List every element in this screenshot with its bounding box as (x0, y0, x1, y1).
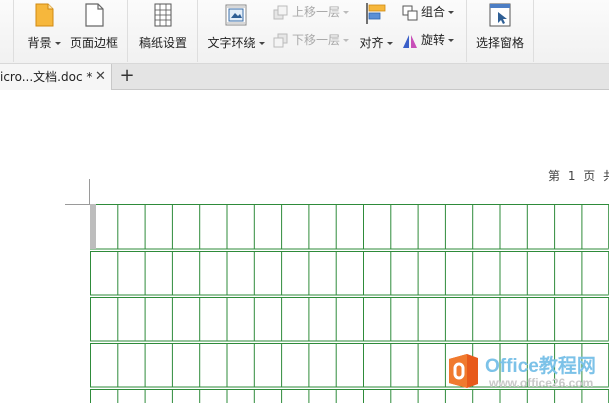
document-tab-title: icro...文档.doc * (0, 70, 93, 84)
background-label: 背景 (27, 36, 52, 50)
selection-pane-icon (489, 3, 511, 27)
rotate-label: 旋转 (421, 33, 446, 47)
watermark: Office教程网 www.office26.com (445, 351, 609, 403)
align-bars-icon (366, 3, 386, 24)
watermark-title: Office教程网 (485, 356, 596, 377)
ribbon-separator (197, 0, 198, 62)
chevron-down-icon (448, 39, 455, 42)
chevron-down-icon (343, 11, 350, 14)
chevron-down-icon (448, 11, 455, 14)
document-orange-icon (35, 3, 54, 27)
ribbon-toolbar: 背景 页面边框 稿纸设置 文字环绕 上移一层 下移一层 对齐 组合 旋转 选择窗… (0, 0, 609, 64)
group-label: 组合 (421, 5, 446, 19)
group-shapes-icon (402, 5, 418, 20)
margin-corner-mark-vertical (89, 179, 90, 204)
text-cursor (90, 204, 96, 249)
chevron-down-icon (343, 39, 350, 42)
page-border-label: 页面边框 (69, 36, 118, 50)
grid-paper-icon (154, 3, 172, 27)
document-tab[interactable]: icro...文档.doc * ✕ (0, 64, 112, 90)
layer-down-icon (273, 33, 288, 47)
close-icon[interactable]: ✕ (95, 64, 106, 90)
align-label: 对齐 (359, 36, 384, 50)
ribbon-separator (13, 0, 14, 62)
text-wrap-button[interactable]: 文字环绕 (205, 2, 267, 58)
image-wrap-icon (225, 4, 247, 26)
office-logo-icon (449, 354, 478, 388)
align-button[interactable]: 对齐 (358, 2, 394, 58)
ribbon-separator (533, 0, 534, 62)
selection-pane-button[interactable]: 选择窗格 (474, 2, 526, 58)
move-down-button[interactable]: 下移一层 (273, 30, 350, 50)
ribbon-separator (466, 0, 467, 62)
move-up-label: 上移一层 (292, 5, 341, 19)
move-down-label: 下移一层 (292, 33, 341, 47)
text-wrap-label: 文字环绕 (207, 36, 256, 50)
ribbon-separator (127, 0, 128, 62)
chevron-down-icon (258, 42, 265, 45)
margin-corner-mark-horizontal (65, 204, 90, 205)
move-up-button[interactable]: 上移一层 (273, 2, 350, 22)
manuscript-settings-button[interactable]: 稿纸设置 (136, 2, 190, 58)
document-canvas[interactable]: 第 1 页 共 Office教程网 www.office26.com (0, 91, 609, 403)
document-tab-bar: icro...文档.doc * ✕ + (0, 64, 609, 90)
rotate-triangle-icon (403, 34, 417, 48)
layer-up-icon (273, 5, 288, 19)
selection-pane-label: 选择窗格 (475, 36, 524, 50)
watermark-url: www.office26.com (489, 376, 594, 390)
group-button[interactable]: 组合 (402, 2, 455, 22)
page-border-button[interactable]: 页面边框 (68, 2, 120, 58)
manuscript-settings-label: 稿纸设置 (138, 36, 187, 50)
page-number-info: 第 1 页 共 (548, 169, 609, 183)
chevron-down-icon (386, 42, 393, 45)
page-outline-icon (85, 3, 104, 27)
new-tab-button[interactable]: + (117, 64, 137, 90)
background-button[interactable]: 背景 (24, 2, 64, 58)
chevron-down-icon (54, 42, 61, 45)
rotate-button[interactable]: 旋转 (402, 30, 455, 50)
